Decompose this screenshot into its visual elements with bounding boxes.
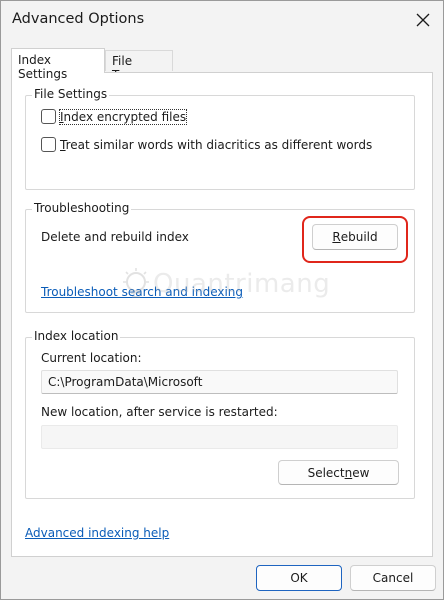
close-button[interactable]: [410, 8, 436, 32]
rebuild-button[interactable]: Rebuild: [312, 224, 398, 250]
label-rest: reat similar words with diacritics as di…: [65, 137, 373, 152]
button-label-rest: ebuild: [340, 230, 378, 244]
troubleshoot-search-link[interactable]: Troubleshoot search and indexing: [41, 285, 243, 299]
tab-index-settings[interactable]: Index Settings: [11, 48, 105, 81]
index-settings-panel: File Settings Index encrypted files Trea…: [11, 72, 433, 557]
advanced-options-dialog: Advanced Options Index Settings File Typ…: [0, 0, 444, 600]
tab-file-types[interactable]: File Types: [105, 50, 173, 82]
file-settings-legend: File Settings: [32, 87, 110, 101]
window-title: Advanced Options: [12, 11, 145, 27]
advanced-indexing-help-link[interactable]: Advanced indexing help: [25, 526, 169, 540]
rebuild-description: Delete and rebuild index: [41, 230, 189, 244]
title-bar: Advanced Options: [1, 1, 443, 39]
index-encrypted-files-checkbox[interactable]: [41, 109, 56, 124]
index-encrypted-files-label[interactable]: Index encrypted files: [58, 108, 188, 125]
cancel-button[interactable]: Cancel: [350, 565, 436, 591]
label-rest: ndex encrypted files: [63, 109, 187, 124]
diacritics-option[interactable]: Treat similar words with diacritics as d…: [41, 137, 372, 152]
diacritics-label[interactable]: Treat similar words with diacritics as d…: [60, 138, 372, 152]
close-icon: [416, 13, 430, 27]
button-label-post: ew: [352, 465, 370, 480]
diacritics-checkbox[interactable]: [41, 137, 56, 152]
troubleshooting-legend: Troubleshooting: [32, 201, 132, 215]
accel-letter: R: [332, 230, 341, 244]
new-location-label: New location, after service is restarted…: [41, 405, 278, 419]
accel-letter: n: [344, 465, 353, 480]
new-location-field: [41, 425, 398, 449]
button-label-pre: Select: [307, 465, 345, 480]
select-new-button[interactable]: Select n ew: [278, 460, 399, 485]
index-location-legend: Index location: [32, 329, 121, 343]
current-location-label: Current location:: [41, 351, 142, 365]
ok-button[interactable]: OK: [256, 565, 342, 591]
current-location-field: C:\ProgramData\Microsoft: [41, 370, 398, 394]
index-encrypted-files-option[interactable]: Index encrypted files: [41, 108, 188, 125]
